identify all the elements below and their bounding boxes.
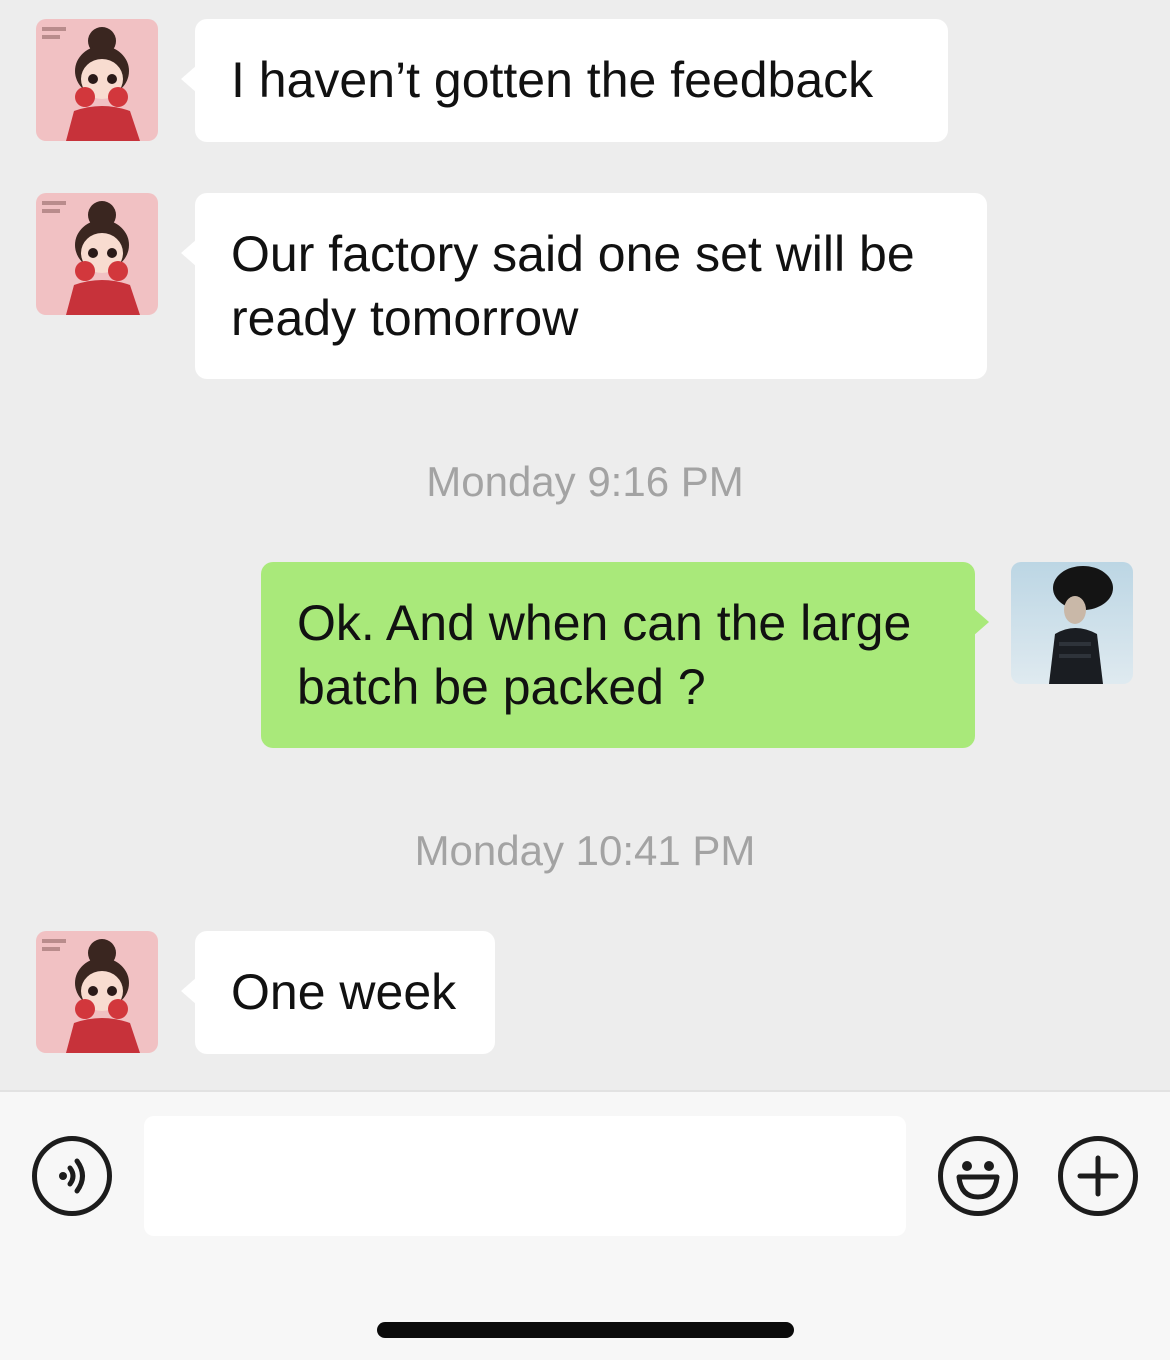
contact-avatar[interactable] [36, 931, 158, 1053]
my-avatar[interactable] [1011, 562, 1133, 684]
emoji-button[interactable] [938, 1136, 1018, 1216]
message-bubble-outgoing[interactable]: Ok. And when can the large batch be pack… [261, 562, 989, 748]
message-bubble-incoming[interactable]: Our factory said one set will be ready t… [181, 193, 987, 379]
message-text-line: Ok. And when can the large [297, 595, 912, 651]
contact-avatar-image [36, 19, 158, 141]
message-input[interactable] [144, 1116, 906, 1236]
message-text: One week [231, 964, 457, 1020]
voice-icon [59, 1158, 85, 1194]
my-avatar-image [1011, 562, 1133, 684]
message-bubble-incoming[interactable]: I haven’t gotten the feedback [181, 19, 948, 142]
message-text-line: batch be packed ? [297, 659, 706, 715]
message-bubble-incoming[interactable]: One week [181, 931, 495, 1054]
add-button[interactable] [1058, 1136, 1138, 1216]
message-text-line: ready tomorrow [231, 290, 579, 346]
add-icon [1077, 1155, 1119, 1197]
voice-button[interactable] [32, 1136, 112, 1216]
contact-avatar[interactable] [36, 193, 158, 315]
contact-avatar[interactable] [36, 19, 158, 141]
chat-area[interactable]: I haven’t gotten the feedback Our factor… [0, 0, 1170, 1090]
home-indicator[interactable] [377, 1322, 794, 1338]
contact-avatar-image [36, 193, 158, 315]
message-timestamp: Monday 9:16 PM [426, 458, 744, 505]
message-text: I haven’t gotten the feedback [231, 52, 874, 108]
message-text-line: Our factory said one set will be [231, 226, 915, 282]
emoji-icon [956, 1161, 1000, 1200]
input-bar [0, 1090, 1170, 1360]
message-timestamp: Monday 10:41 PM [414, 827, 756, 874]
contact-avatar-image [36, 931, 158, 1053]
